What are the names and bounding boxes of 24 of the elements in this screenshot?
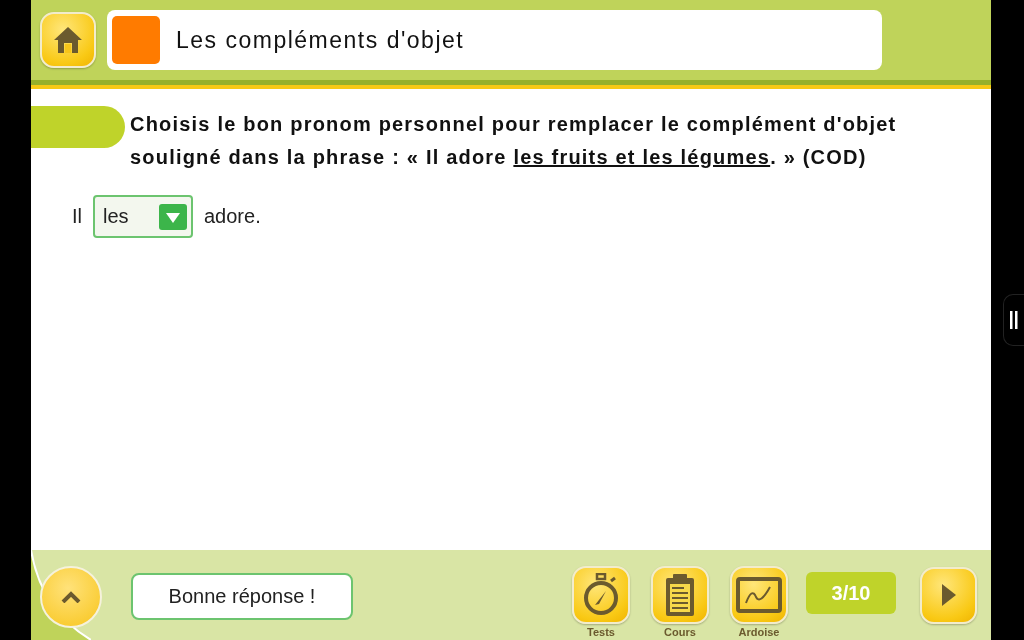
tool-button[interactable] <box>572 566 630 624</box>
feedback-message: Bonne réponse ! <box>131 572 353 620</box>
pause-icon <box>1010 311 1018 329</box>
tool-button[interactable] <box>651 566 709 624</box>
chevron-up-icon <box>61 591 81 603</box>
question-counter: 3/10 <box>806 572 896 614</box>
home-icon <box>53 26 83 54</box>
clipboard-icon <box>664 573 696 617</box>
stopwatch-icon <box>583 573 619 617</box>
sentence-end: adore. <box>204 205 261 228</box>
lesson-title: Les compléments d'objet <box>176 26 465 54</box>
side-handle[interactable] <box>1003 294 1024 346</box>
tool-label: Ardoise <box>738 626 780 638</box>
home-button[interactable] <box>40 12 96 68</box>
sentence-start: Il <box>72 205 82 228</box>
question-text: Choisis le bon pronom personnel pour remplacer le complément d'objet souligné dans la phrase : « Il adore les fruits et les légumes. » (COD) <box>130 112 898 170</box>
next-button[interactable] <box>920 566 977 624</box>
slate-icon <box>736 577 782 613</box>
pronoun-dropdown[interactable]: les <box>93 195 193 238</box>
play-icon <box>940 583 957 607</box>
chapter-square-icon <box>112 16 160 64</box>
tool-button[interactable] <box>730 566 788 624</box>
tool-label: Cours <box>664 626 696 638</box>
tool-label: Tests <box>587 626 615 638</box>
